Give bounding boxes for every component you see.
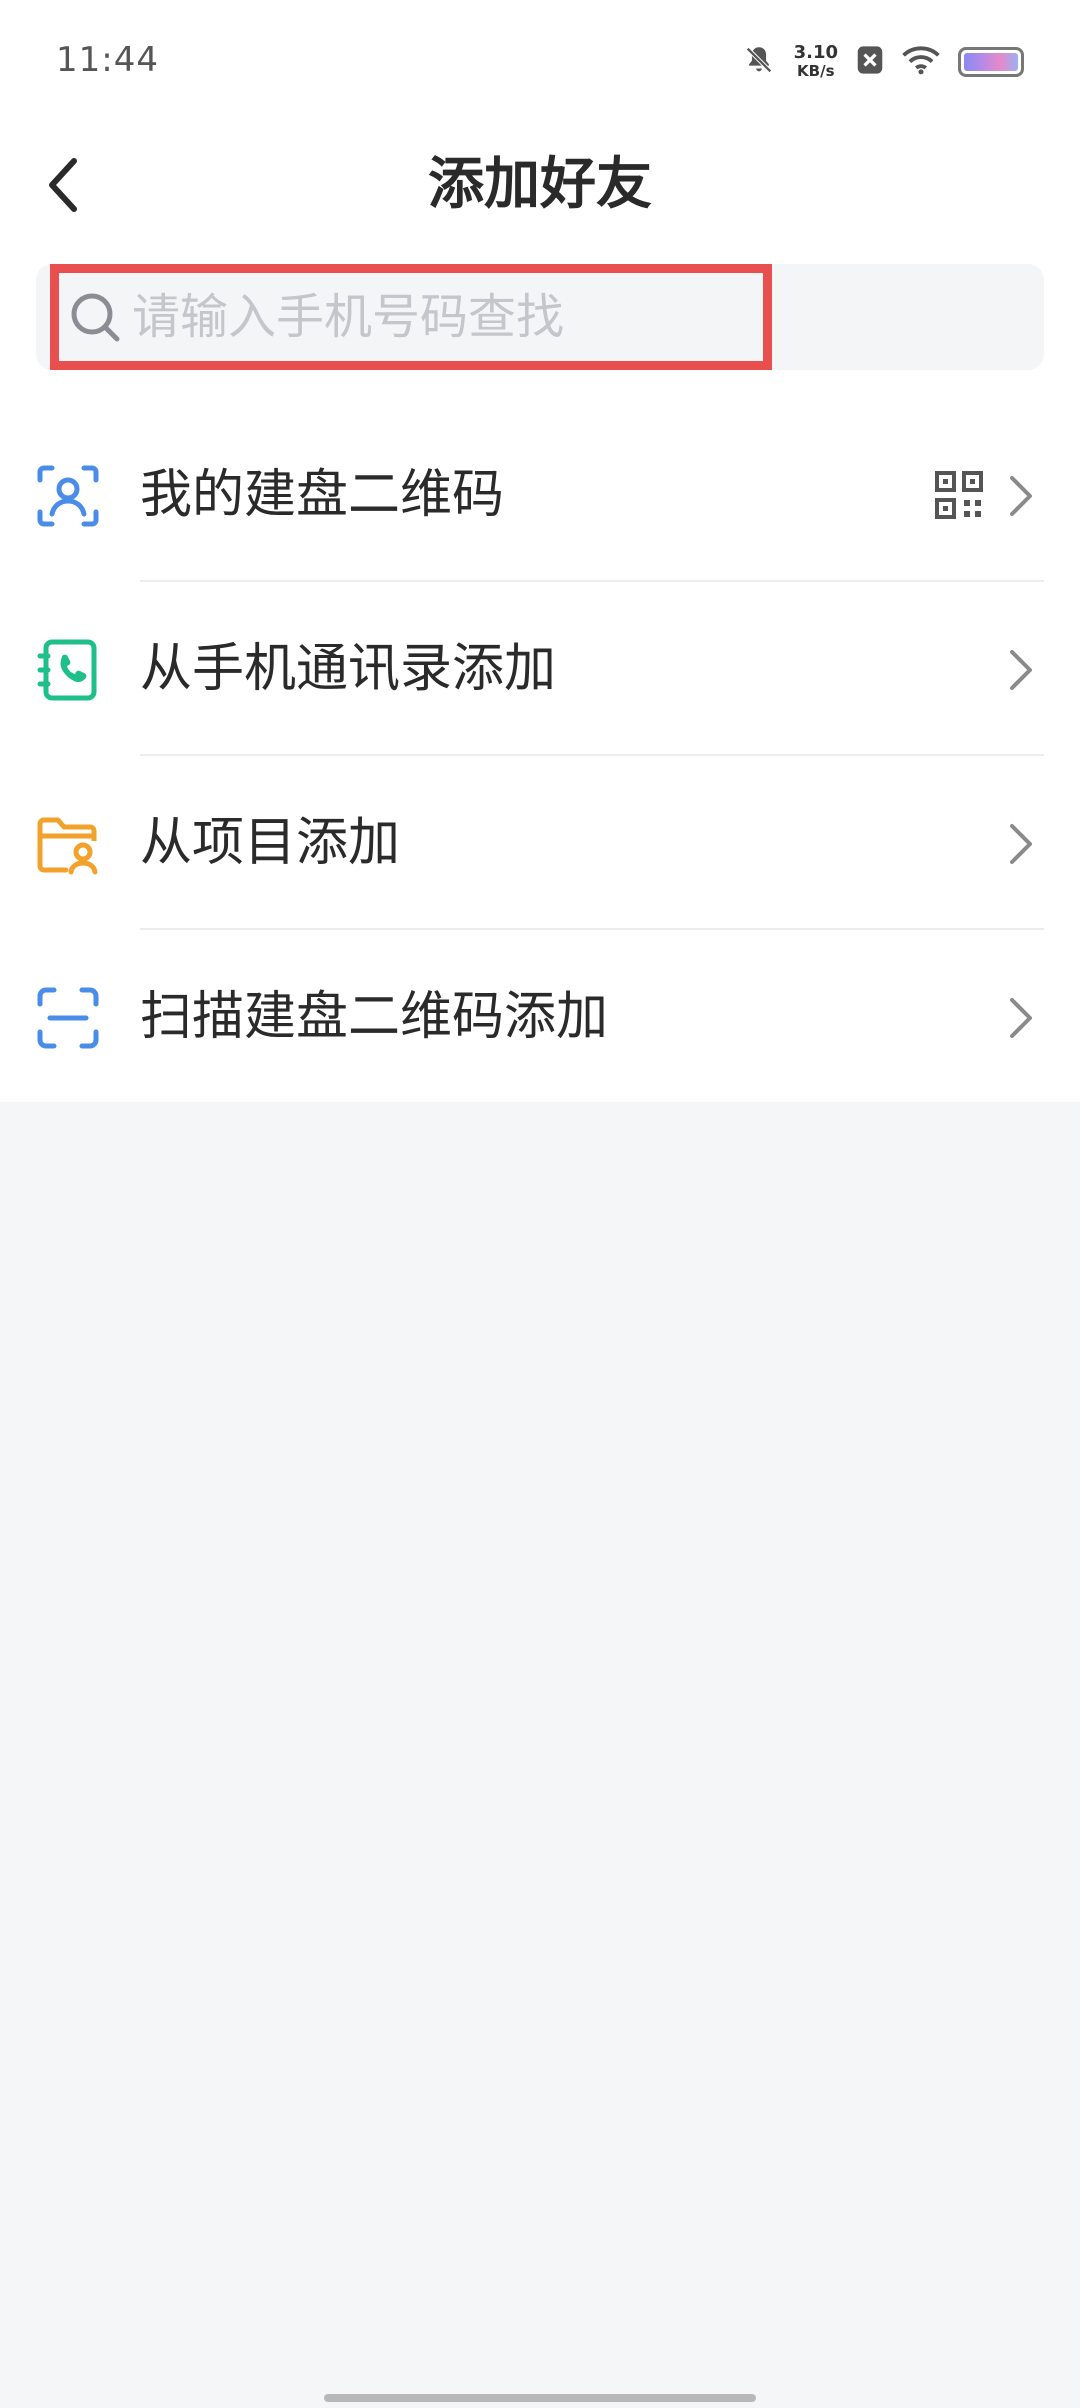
search-input[interactable] [132,280,752,354]
chevron-right-icon [1010,824,1032,864]
search-icon [71,293,120,342]
menu-item-scan-qr-add[interactable]: 扫描建盘二维码添加 [0,930,1080,1104]
net-speed-value: 3.10 [793,42,838,63]
status-bar: 11:44 3.10 KB/s [0,0,1080,120]
status-time: 11:44 [56,40,159,80]
menu-item-add-from-contacts[interactable]: 从手机通讯录添加 [0,582,1080,756]
bell-off-icon [742,43,776,81]
home-indicator[interactable] [324,2394,756,2402]
menu-item-label: 扫描建盘二维码添加 [140,987,609,1047]
project-folder-icon [37,817,98,875]
battery-icon [958,47,1024,77]
qr-code-icon [935,471,983,519]
menu-item-label: 我的建盘二维码 [140,465,505,525]
screen: 11:44 3.10 KB/s 添加好友 请输入手机号码查找 我的建盘二维码 从… [0,0,1080,2408]
contact-book-icon [37,639,97,701]
chevron-right-icon [1010,650,1032,690]
menu-item-label: 从项目添加 [140,813,401,873]
battery-fill [964,53,1018,71]
net-speed: 3.10 KB/s [793,42,838,81]
status-icons: 3.10 KB/s [742,40,1024,84]
net-speed-unit: KB/s [797,62,835,80]
search-box[interactable] [36,264,1044,370]
close-badge-icon [856,45,884,79]
menu-item-add-from-project[interactable]: 从项目添加 [0,756,1080,930]
header: 添加好友 [0,120,1080,250]
wifi-icon [902,45,940,79]
chevron-right-icon [1010,998,1032,1038]
menu-list: 我的建盘二维码 从手机通讯录添加 从项目添加 扫描建盘二维码添加 [0,408,1080,1104]
user-scan-icon [37,465,99,527]
menu-item-label: 从手机通讯录添加 [140,639,557,699]
scan-icon [37,987,99,1049]
page-title: 添加好友 [428,152,652,217]
chevron-right-icon [1010,476,1032,516]
menu-item-my-qr-code[interactable]: 我的建盘二维码 [0,408,1080,582]
